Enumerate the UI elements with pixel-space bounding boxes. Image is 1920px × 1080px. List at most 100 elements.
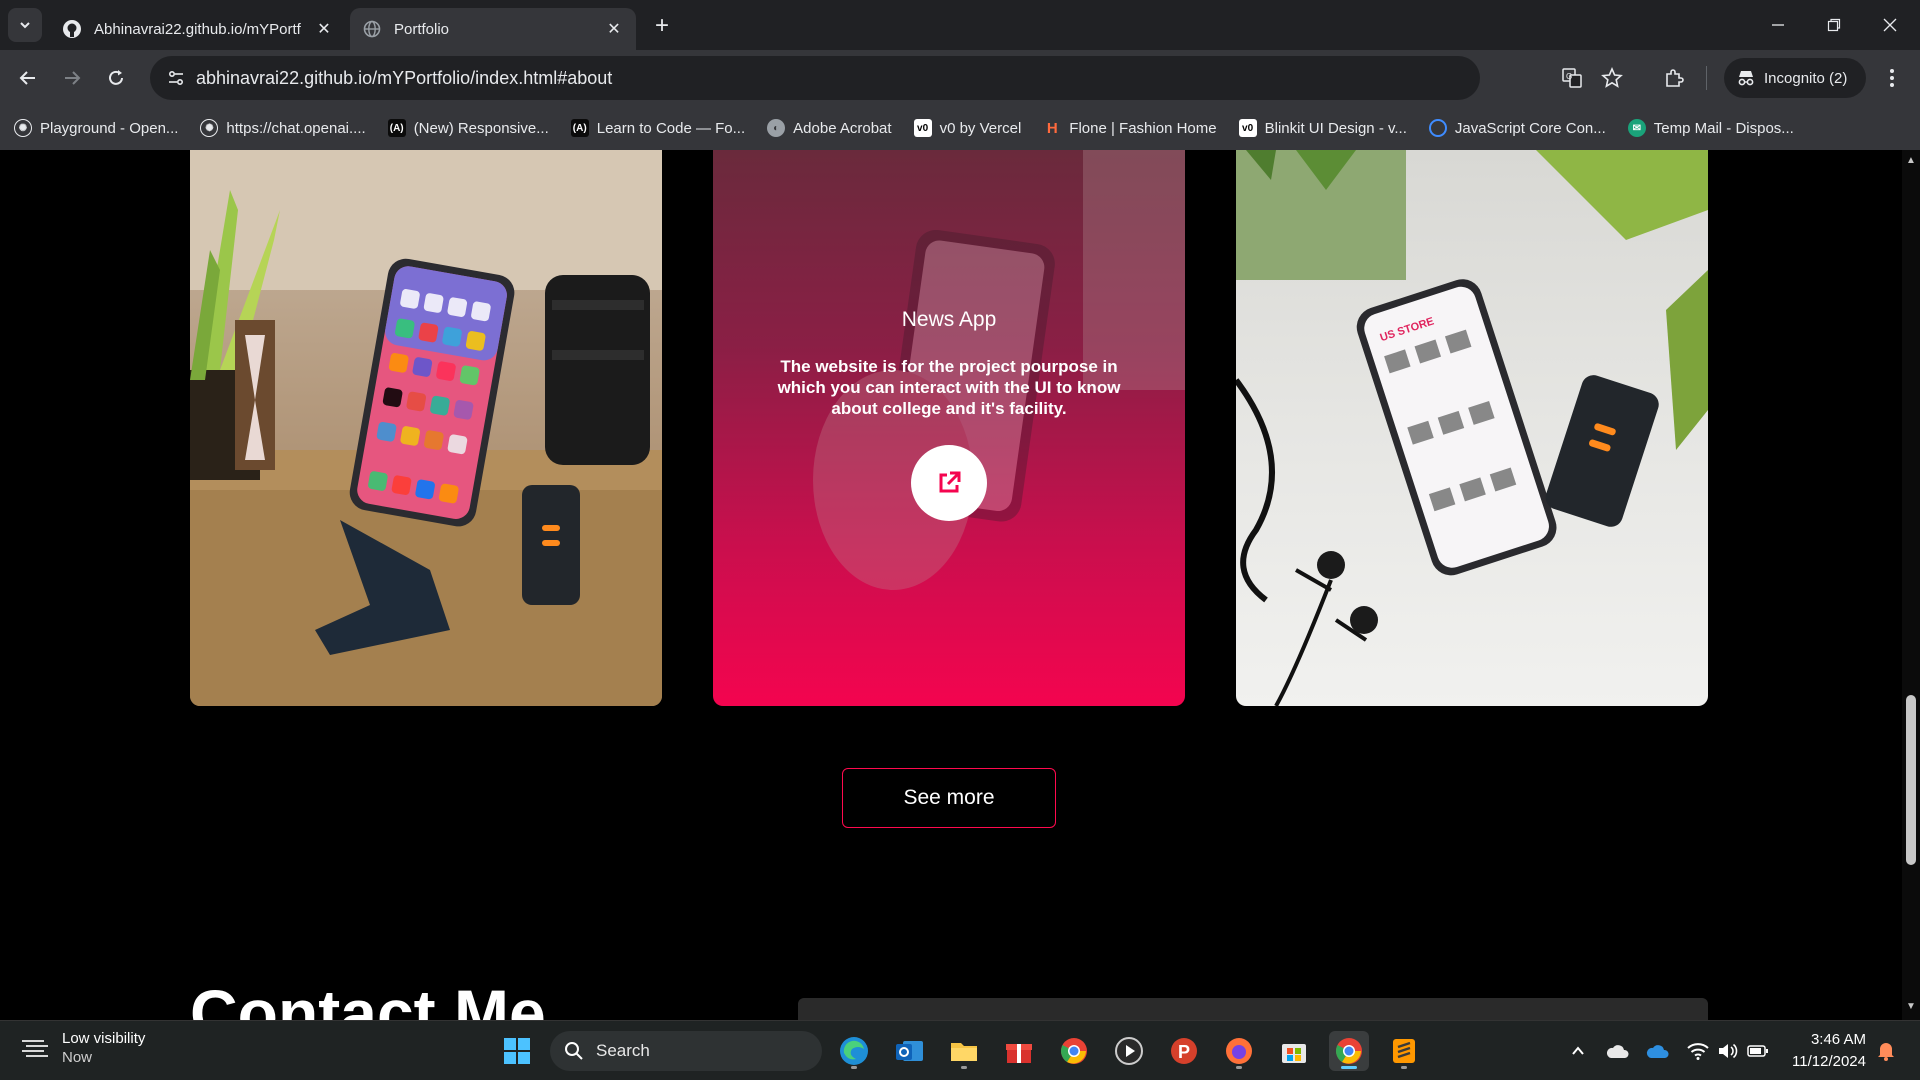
file-explorer-app[interactable] xyxy=(944,1031,984,1071)
globe-icon: ◐ xyxy=(767,119,786,137)
running-indicator xyxy=(1341,1066,1357,1069)
sublime-icon xyxy=(1393,1039,1415,1063)
openai-icon: ✺ xyxy=(200,119,219,137)
system-clock[interactable]: 3:46 AM 11/12/2024 xyxy=(1786,1029,1866,1073)
openai-icon: ✺ xyxy=(14,119,32,137)
forward-button[interactable] xyxy=(54,60,90,96)
bookmark-label: Playground - Open... xyxy=(40,119,179,137)
url-text[interactable]: abhinavrai22.github.io/mYPortfolio/index… xyxy=(196,68,612,89)
bookmark-label: Blinkit UI Design - v... xyxy=(1264,119,1407,137)
p-icon: P xyxy=(1171,1038,1197,1064)
reload-button[interactable] xyxy=(98,60,134,96)
bookmark-item[interactable]: (A) (New) Responsive... xyxy=(387,119,549,137)
chrome-app[interactable] xyxy=(1054,1031,1094,1071)
tray-overflow-button[interactable] xyxy=(1564,1037,1592,1065)
onedrive-sync-icon[interactable] xyxy=(1644,1037,1672,1065)
media-player-app[interactable] xyxy=(1109,1031,1149,1071)
chrome-incognito-app[interactable] xyxy=(1329,1031,1369,1071)
weather-widget[interactable]: Low visibility Now xyxy=(20,1029,145,1067)
bookmark-item[interactable]: JavaScript Core Con... xyxy=(1428,119,1606,137)
close-window-button[interactable] xyxy=(1862,0,1918,50)
gift-icon xyxy=(1006,1044,1032,1063)
running-indicator xyxy=(851,1066,857,1069)
bookmark-item[interactable]: ✺ Playground - Open... xyxy=(14,119,178,137)
project-card[interactable] xyxy=(190,150,662,706)
bookmark-item[interactable]: (A) Learn to Code — Fo... xyxy=(570,119,745,137)
menu-button[interactable] xyxy=(1874,60,1910,96)
close-icon[interactable]: ✕ xyxy=(604,19,624,39)
svg-text:G: G xyxy=(1566,72,1572,81)
scroll-thumb[interactable] xyxy=(1906,695,1916,865)
taskbar-search[interactable]: Search xyxy=(550,1031,822,1071)
project-card-news-app[interactable]: News App The website is for the project … xyxy=(713,150,1185,706)
bookmark-label: https://chat.openai.... xyxy=(226,119,366,137)
restore-button[interactable] xyxy=(1806,0,1862,50)
v0-icon: v0 xyxy=(913,119,932,137)
weather-subtitle: Now xyxy=(62,1049,93,1066)
project-card[interactable]: US STORE xyxy=(1236,150,1708,706)
extensions-button[interactable] xyxy=(1656,60,1692,96)
page-scrollbar[interactable]: ▲ ▼ xyxy=(1902,150,1920,1020)
address-bar[interactable]: abhinavrai22.github.io/mYPortfolio/index… xyxy=(150,56,1623,100)
weather-title: Low visibility xyxy=(62,1030,146,1047)
bookmark-label: v0 by Vercel xyxy=(939,119,1022,137)
browser-toolbar: abhinavrai22.github.io/mYPortfolio/index… xyxy=(0,50,1920,106)
windows-icon xyxy=(504,1038,530,1064)
search-icon xyxy=(565,1042,583,1060)
onedrive-icon[interactable] xyxy=(1604,1037,1632,1065)
see-more-button[interactable]: See more xyxy=(842,768,1056,828)
firefox-app[interactable] xyxy=(1219,1031,1259,1071)
bookmark-item[interactable]: v0 v0 by Vercel xyxy=(913,119,1022,137)
bookmark-item[interactable]: ◐ Adobe Acrobat xyxy=(767,119,892,137)
tempmail-icon: ✉ xyxy=(1627,119,1646,137)
bookmark-item[interactable]: ✉ Temp Mail - Dispos... xyxy=(1627,119,1794,137)
search-label: Search xyxy=(596,1041,650,1060)
back-button[interactable] xyxy=(10,60,46,96)
restore-icon xyxy=(1827,18,1841,32)
contact-heading: Contact Me xyxy=(190,976,546,1020)
volume-icon[interactable] xyxy=(1714,1037,1742,1065)
bookmark-label: Flone | Fashion Home xyxy=(1069,119,1217,137)
scroll-down-icon[interactable]: ▼ xyxy=(1906,1002,1916,1012)
bookmark-label: (New) Responsive... xyxy=(413,119,549,137)
sublime-app[interactable] xyxy=(1384,1031,1424,1071)
close-icon xyxy=(1883,18,1897,32)
bookmark-item[interactable]: ✺ https://chat.openai.... xyxy=(200,119,366,137)
bookmark-label: Temp Mail - Dispos... xyxy=(1653,119,1794,137)
incognito-button[interactable]: Incognito (2) xyxy=(1724,58,1866,98)
translate-icon[interactable]: G xyxy=(1558,64,1586,92)
minimize-button[interactable] xyxy=(1750,0,1806,50)
svg-text:P: P xyxy=(1178,1042,1190,1062)
project-link-button[interactable] xyxy=(911,445,987,521)
tab-title: Abhinavrai22.github.io/mYPortf xyxy=(94,20,301,38)
start-button[interactable] xyxy=(497,1031,537,1071)
notification-bell-icon[interactable] xyxy=(1872,1037,1900,1065)
close-icon[interactable]: ✕ xyxy=(314,19,334,39)
edge-app[interactable] xyxy=(834,1031,874,1071)
edge-icon xyxy=(840,1037,868,1065)
chevron-up-icon xyxy=(1572,1046,1584,1055)
site-info-icon[interactable] xyxy=(160,62,192,94)
store-app[interactable] xyxy=(1274,1031,1314,1071)
globe-icon xyxy=(362,19,382,39)
gift-app[interactable] xyxy=(999,1031,1039,1071)
page-viewport: News App The website is for the project … xyxy=(0,150,1902,1020)
battery-icon[interactable] xyxy=(1744,1037,1772,1065)
tab-github[interactable]: Abhinavrai22.github.io/mYPortf ✕ xyxy=(50,8,346,50)
tab-search-button[interactable] xyxy=(8,8,42,42)
new-tab-button[interactable]: + xyxy=(648,12,676,40)
tab-portfolio[interactable]: Portfolio ✕ xyxy=(350,8,636,50)
bookmark-item[interactable]: H Flone | Fashion Home xyxy=(1043,119,1217,137)
flone-icon: H xyxy=(1046,119,1058,137)
clock-time: 3:46 AM xyxy=(1810,1031,1866,1048)
star-icon[interactable] xyxy=(1598,64,1626,92)
scroll-up-icon[interactable]: ▲ xyxy=(1906,156,1916,166)
wifi-icon[interactable] xyxy=(1684,1037,1712,1065)
bookmarks-bar: ✺ Playground - Open... ✺ https://chat.op… xyxy=(0,106,1920,150)
project-description: The website is for the project pourpose … xyxy=(777,357,1121,418)
contact-form-field[interactable] xyxy=(798,998,1708,1020)
clock-date: 11/12/2024 xyxy=(1792,1053,1866,1070)
postman-app[interactable]: P xyxy=(1164,1031,1204,1071)
bookmark-item[interactable]: v0 Blinkit UI Design - v... xyxy=(1238,119,1407,137)
outlook-app[interactable] xyxy=(889,1031,929,1071)
